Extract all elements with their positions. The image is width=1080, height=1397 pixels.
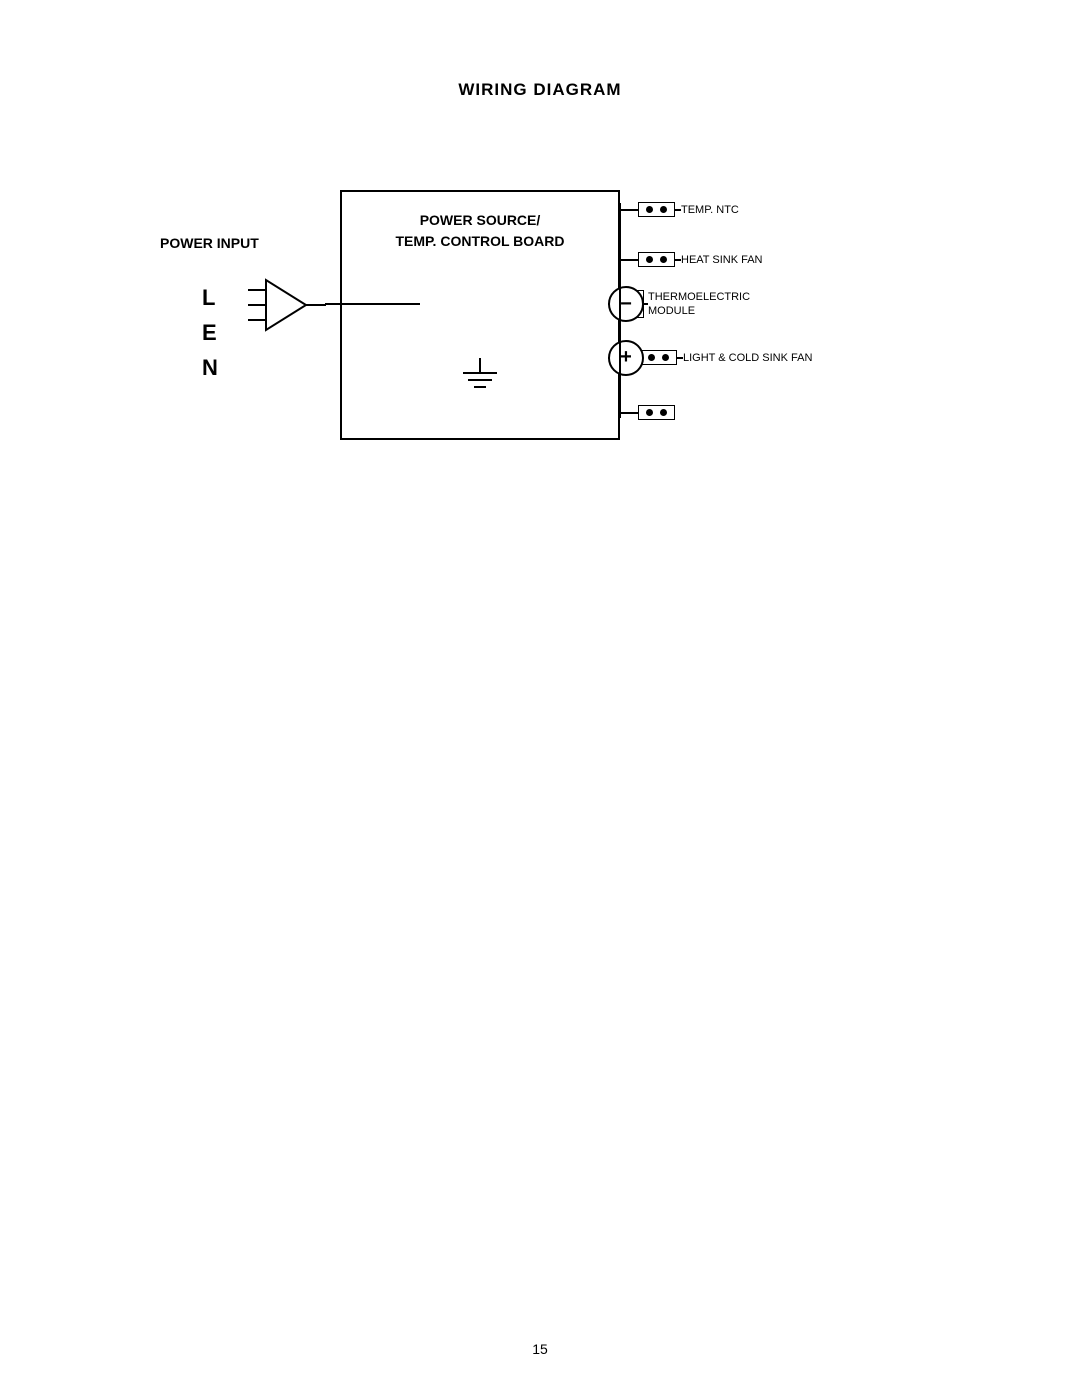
power-input-label: POWER INPUT: [160, 235, 259, 251]
wiring-diagram: POWER INPUT POWER SOURCE/ TEMP. CONTROL …: [160, 160, 910, 480]
light-cold-sink-label: LIGHT & COLD SINK FAN: [683, 352, 812, 364]
thermoelectric-label: THERMOELECTRICMODULE: [648, 290, 750, 319]
page-title: WIRING DIAGRAM: [0, 80, 1080, 100]
light-cold-sink-row: + LIGHT & COLD SINK FAN: [608, 350, 812, 365]
power-source-line2: TEMP. CONTROL BOARD: [395, 233, 564, 249]
output-wire: [325, 303, 425, 306]
ground-symbol: [455, 358, 505, 398]
thermoelectric-row: − THERMOELECTRICMODULE: [608, 290, 750, 319]
temp-ntc-connector-row: TEMP. NTC: [620, 202, 739, 217]
bottom-connector: [638, 405, 675, 420]
buffer-gate-symbol: [248, 275, 328, 355]
temp-ntc-connector: [638, 202, 675, 217]
power-source-line1: POWER SOURCE/: [420, 212, 541, 228]
heat-sink-fan-connector-row: HEAT SINK FAN: [620, 252, 763, 267]
bottom-connector-row: [620, 405, 675, 420]
heat-sink-fan-label: HEAT SINK FAN: [681, 254, 763, 266]
len-labels: L E N: [202, 280, 218, 386]
vertical-connector-line: [619, 203, 622, 418]
control-board-box: POWER SOURCE/ TEMP. CONTROL BOARD: [340, 190, 620, 440]
plus-circle: +: [608, 340, 644, 376]
temp-ntc-label: TEMP. NTC: [681, 204, 739, 216]
heat-sink-fan-connector: [638, 252, 675, 267]
page-number: 15: [0, 1341, 1080, 1357]
